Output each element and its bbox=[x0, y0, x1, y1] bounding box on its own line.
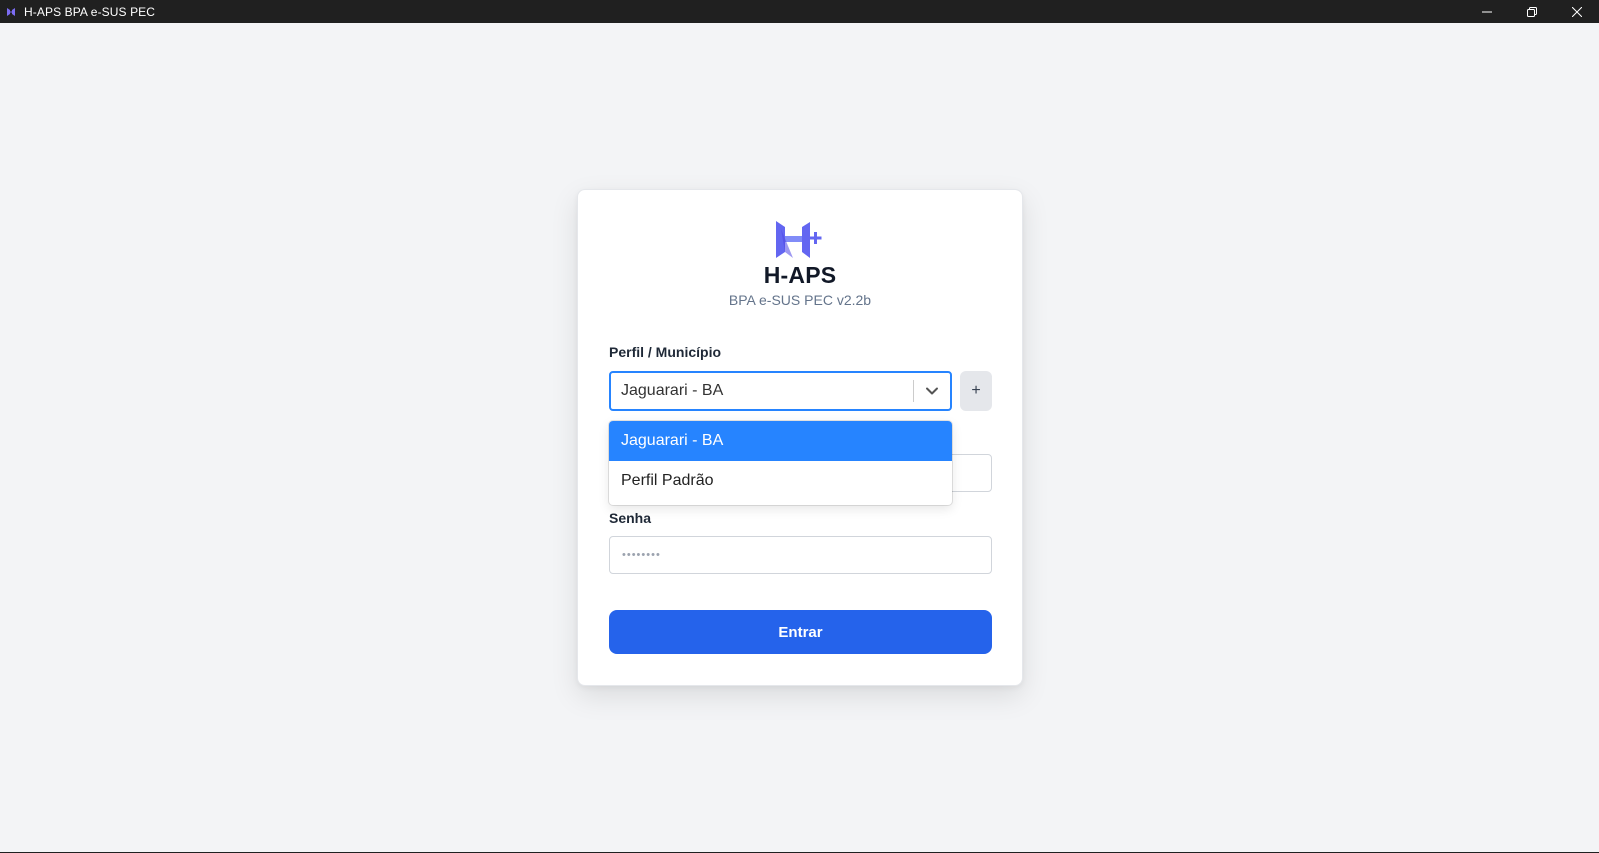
app-name: H-APS bbox=[763, 262, 837, 288]
window-titlebar: H-APS BPA e-SUS PEC bbox=[0, 0, 1599, 23]
profile-select-value: Jaguarari - BA bbox=[621, 382, 724, 399]
password-label: Senha bbox=[609, 510, 652, 526]
add-profile-button[interactable]: + bbox=[960, 371, 992, 411]
window-title: H-APS BPA e-SUS PEC bbox=[24, 4, 156, 19]
chevron-down-icon bbox=[926, 387, 938, 395]
minimize-button[interactable] bbox=[1464, 0, 1509, 23]
dropdown-option-perfil-padrao[interactable]: Perfil Padrão bbox=[609, 461, 952, 501]
login-button[interactable]: Entrar bbox=[609, 610, 992, 654]
window-controls bbox=[1464, 0, 1599, 23]
restore-icon bbox=[1526, 6, 1537, 17]
password-input[interactable]: •••••••• bbox=[609, 536, 992, 574]
dropdown-option-jaguarari[interactable]: Jaguarari - BA bbox=[609, 421, 952, 461]
close-icon bbox=[1571, 6, 1582, 17]
dropdown-indicator[interactable] bbox=[914, 373, 950, 409]
app-version: BPA e-SUS PEC v2.2b bbox=[728, 292, 872, 308]
minimize-icon bbox=[1481, 11, 1492, 12]
profile-select[interactable]: Jaguarari - BA bbox=[609, 371, 952, 411]
profile-label: Perfil / Município bbox=[609, 344, 722, 360]
profile-dropdown-menu: Jaguarari - BA Perfil Padrão bbox=[609, 421, 952, 505]
restore-button[interactable] bbox=[1509, 0, 1554, 23]
brand-logo-icon bbox=[776, 221, 822, 258]
close-button[interactable] bbox=[1554, 0, 1599, 23]
app-logo-icon bbox=[6, 7, 16, 17]
